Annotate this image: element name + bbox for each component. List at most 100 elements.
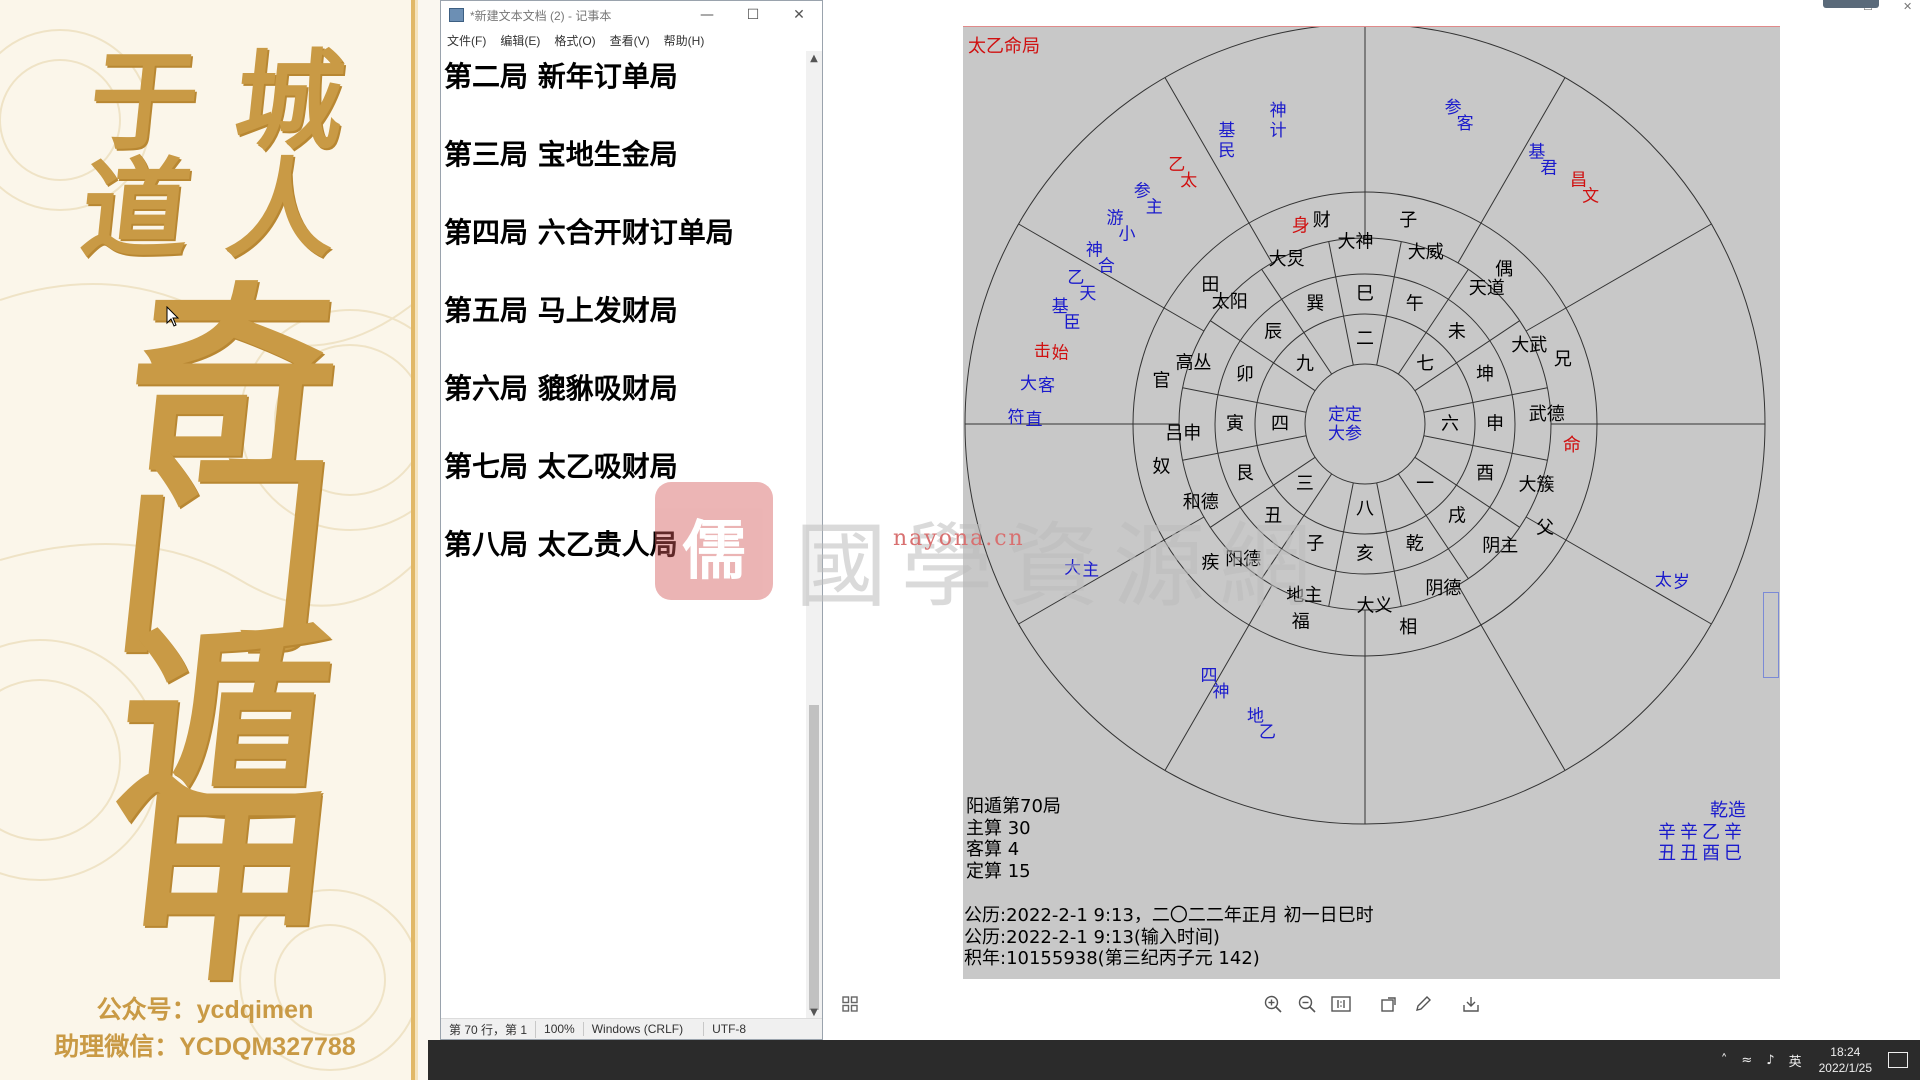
deity-label: 大义: [1357, 595, 1393, 616]
notepad-window[interactable]: *新建文本文档 (2) - 记事本 — ☐ ✕ 文件(F) 编辑(E) 格式(O…: [440, 0, 823, 1040]
ke-suan: 客算 4: [966, 839, 1020, 860]
menu-file[interactable]: 文件(F): [447, 32, 486, 49]
maximize-icon[interactable]: ☐: [730, 1, 776, 29]
outer-label: 大: [1064, 558, 1081, 578]
outer-label: 客: [1038, 376, 1055, 396]
ime-indicator[interactable]: 英: [1789, 1051, 1802, 1070]
palace-label: 疾: [1201, 553, 1219, 574]
outer-label: 计: [1270, 121, 1287, 141]
deity-label: 吕申: [1165, 423, 1201, 444]
side-panel-handle[interactable]: [1763, 592, 1779, 678]
menu-edit[interactable]: 编辑(E): [500, 32, 540, 49]
ju-number: 阳遁第70局: [966, 796, 1061, 817]
deity-label: 高丛: [1175, 353, 1211, 374]
zoom-out-icon[interactable]: [1296, 993, 1318, 1015]
scroll-up-icon[interactable]: ▲: [806, 51, 822, 67]
bazi-label: 乾造: [1710, 800, 1746, 821]
palace-label: 福: [1292, 611, 1310, 632]
title-line-2: 道 人: [75, 147, 343, 273]
notepad-titlebar[interactable]: *新建文本文档 (2) - 记事本 — ☐ ✕: [441, 1, 822, 29]
branch-label: 寅: [1226, 414, 1244, 435]
deity-label: 大武: [1511, 335, 1547, 356]
status-encoding: UTF-8: [712, 1022, 747, 1036]
bazi-block: 乾造 辛辛乙辛 丑丑酉巳: [1658, 800, 1746, 865]
text-line: 第六局 貔貅吸财局: [444, 372, 678, 405]
palace-label: 身: [1292, 216, 1310, 237]
deity-label: 大炅: [1269, 249, 1305, 270]
outer-radial-line: [1164, 584, 1273, 771]
notepad-scrollbar[interactable]: ▲ ▼: [806, 51, 822, 1021]
menu-format[interactable]: 格式(O): [554, 32, 595, 49]
branch-label: 戌: [1448, 505, 1466, 526]
zoom-in-icon[interactable]: [1262, 993, 1284, 1015]
radial-line: [1328, 482, 1354, 607]
assistant-wechat: 助理微信：YCDQM327788: [54, 1033, 356, 1061]
big-char-4: 甲: [111, 763, 348, 1010]
grid-view-icon[interactable]: [842, 996, 858, 1012]
branch-label: 辰: [1264, 322, 1282, 343]
deity-label: 阴主: [1482, 535, 1518, 556]
gregorian-date: 公历:2022-2-1 9:13，二〇二二年正月 初一日巳时: [964, 905, 1374, 926]
ji-nian: 积年:10155938(第三纪丙子元 142): [964, 948, 1260, 969]
deity-label: 阴德: [1425, 578, 1461, 599]
palace-label: 偶: [1495, 259, 1513, 280]
network-icon[interactable]: ≈: [1741, 1053, 1752, 1068]
inner-number: 四: [1271, 414, 1289, 435]
radial-line: [1328, 241, 1354, 366]
palace-label: 兄: [1554, 349, 1572, 370]
actual-size-icon[interactable]: [1330, 993, 1352, 1015]
input-time: 公历:2022-2-1 9:13(输入时间): [964, 926, 1220, 948]
ring-4: [1132, 191, 1598, 657]
outer-label: 基: [1218, 121, 1235, 141]
radial-line: [1376, 482, 1402, 607]
viewer-top-button[interactable]: [1823, 0, 1879, 8]
branch-label: 子: [1306, 534, 1324, 555]
title-line-1: 于 城: [83, 39, 351, 165]
inner-number: 九: [1296, 353, 1314, 374]
viewer-close-icon[interactable]: ✕: [1903, 0, 1912, 13]
close-icon[interactable]: ✕: [776, 1, 822, 29]
wechat-public-account: 公众号：ycdqimen: [96, 996, 314, 1024]
bazi-stems: 辛辛乙辛: [1658, 821, 1746, 843]
notepad-menubar: 文件(F) 编辑(E) 格式(O) 查看(V) 帮助(H): [441, 29, 822, 51]
notepad-text-area[interactable]: 第二局 新年订单局 第三局 宝地生金局 第四局 六合开财订单局 第五局 马上发财…: [441, 51, 807, 1007]
deity-label: 大簇: [1519, 474, 1555, 495]
radial-line: [1182, 387, 1307, 413]
minimize-icon[interactable]: —: [684, 1, 730, 29]
save-download-icon[interactable]: [1460, 993, 1482, 1015]
show-hidden-icons-icon[interactable]: ˄: [1721, 1053, 1728, 1068]
deity-label: 地主: [1286, 585, 1322, 606]
outer-label: 主: [1146, 198, 1163, 218]
inner-number: 八: [1356, 499, 1374, 520]
volume-icon[interactable]: ♪: [1766, 1053, 1774, 1068]
outer-label: 小: [1118, 224, 1135, 244]
viewer-toolbar: [1262, 993, 1494, 1015]
edit-pen-icon[interactable]: [1412, 993, 1434, 1015]
text-line: 第四局 六合开财订单局: [444, 216, 734, 249]
outer-label: 符: [1008, 408, 1025, 428]
rotate-icon[interactable]: [1378, 993, 1400, 1015]
outer-label: 大: [1020, 374, 1037, 394]
outer-label: 太: [1180, 171, 1197, 191]
chart-info-bottom: 公历:2022-2-1 9:13，二〇二二年正月 初一日巳时 公历:2022-2…: [964, 905, 1374, 970]
branch-label: 坤: [1476, 364, 1494, 385]
menu-help[interactable]: 帮助(H): [664, 32, 705, 49]
menu-view[interactable]: 查看(V): [610, 32, 650, 49]
outer-label: 君: [1540, 158, 1557, 178]
outer-radial-line: [1018, 516, 1205, 625]
taskbar: ˄ ≈ ♪ 英 18:24 2022/1/25: [428, 1040, 1920, 1080]
clock[interactable]: 18:24 2022/1/25: [1819, 1044, 1872, 1076]
status-zoom: 100%: [536, 1022, 584, 1036]
scroll-thumb[interactable]: [809, 705, 819, 1010]
taiyi-chart: 定定 大参二七六一八三四九巳午未坤申酉戌乾亥子丑艮寅卯辰巽大神 大威 天道 大武 武德 大簇…: [963, 26, 1780, 979]
palace-label: 父: [1536, 518, 1554, 539]
radial-line: [1423, 435, 1548, 461]
palace-label: 命: [1563, 435, 1581, 456]
branch-label: 乾: [1406, 534, 1424, 555]
banner-light-stripe: [415, 0, 418, 1080]
notification-icon[interactable]: [1888, 1052, 1908, 1068]
deity-label: 阳德: [1225, 549, 1261, 570]
outer-label: 太: [1655, 571, 1672, 591]
branch-label: 酉: [1476, 463, 1494, 484]
center-text: 定定: [1328, 405, 1362, 425]
